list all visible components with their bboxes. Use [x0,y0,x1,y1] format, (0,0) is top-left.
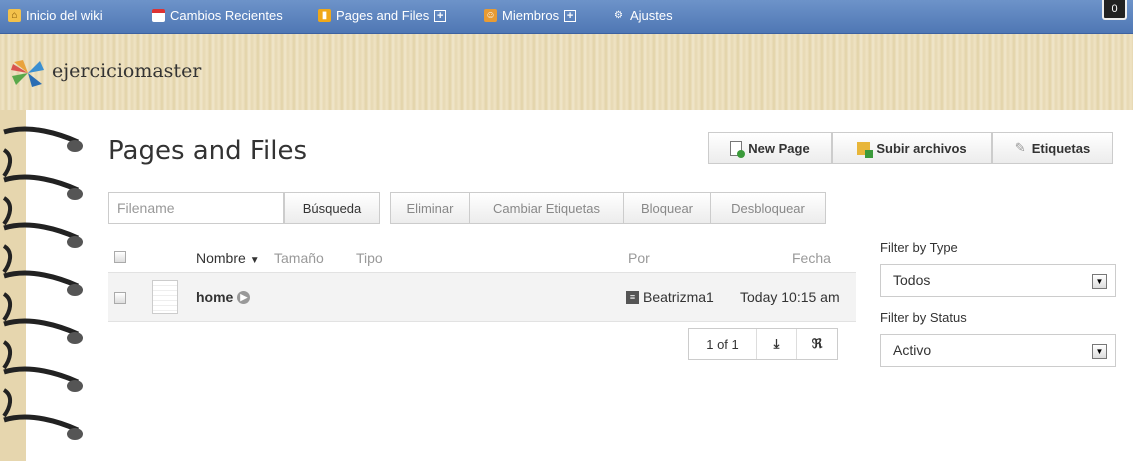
top-nav-bar: ⌂ Inicio del wiki Cambios Recientes ▮ Pa… [0,0,1133,34]
nav-members-label: Miembros [502,8,560,23]
wiki-logo-icon[interactable] [10,58,46,88]
spiral-binding-decoration [0,110,83,461]
column-header-date[interactable]: Fecha [792,250,831,266]
date-value: Today 10:15 am [740,289,840,305]
page-name-link[interactable]: home ▶ [196,289,251,305]
nav-recent-changes[interactable]: Cambios Recientes [152,8,283,23]
pager: 1 of 1 ⤓ ℜ [688,328,838,360]
download-icon[interactable]: ⤓ [757,329,797,359]
filename-search-input[interactable]: Filename [108,192,284,224]
column-header-name[interactable]: Nombre ▼ [196,250,260,266]
members-icon: ☺ [484,9,497,22]
filter-status-value: Activo [893,342,932,358]
upload-label: Subir archivos [876,140,967,156]
filter-type-label: Filter by Type [880,240,958,255]
arrow-circle-icon[interactable]: ▶ [237,290,251,304]
lock-button[interactable]: Bloquear [623,192,711,224]
nav-pages-label: Pages and Files [336,8,430,23]
nav-settings-label: Ajustes [630,8,673,23]
user-avatar-icon: ≡ [626,290,639,304]
author-label: Beatrizma1 [643,289,714,305]
pages-expand-icon[interactable]: + [434,9,447,22]
upload-icon [857,141,874,158]
new-page-button[interactable]: New Page [708,132,832,164]
column-header-size[interactable]: Tamaño [274,250,324,266]
wiki-name[interactable]: ejerciciomaster [52,60,201,82]
page-count: 1 of 1 [689,329,757,359]
page-title: Pages and Files [108,136,307,166]
new-page-icon [730,140,746,158]
column-header-type[interactable]: Tipo [356,250,383,266]
nav-settings[interactable]: ⚙ Ajustes [612,8,673,23]
nav-members[interactable]: ☺ Miembros + [484,8,577,23]
column-header-by[interactable]: Por [628,250,650,266]
pages-icon: ▮ [318,9,331,22]
search-button[interactable]: Búsqueda [284,192,380,224]
notification-counter[interactable]: 0 [1102,0,1127,20]
page-document-icon [152,280,178,314]
sort-down-icon: ▼ [249,255,260,266]
filter-status-label: Filter by Status [880,310,967,325]
paperclip-icon: ✎ [1014,140,1026,155]
nav-pages-files[interactable]: ▮ Pages and Files + [318,8,447,23]
filter-type-value: Todos [893,272,931,288]
delete-button[interactable]: Eliminar [390,192,470,224]
table-row: home ▶ ≡ Beatrizma1 Today 10:15 am [108,272,856,322]
unlock-button[interactable]: Desbloquear [710,192,826,224]
new-page-label: New Page [748,140,810,156]
page-name-label: home [196,289,234,305]
calendar-icon [152,9,165,22]
rss-icon[interactable]: ℜ [797,329,837,359]
select-all-checkbox[interactable] [114,251,126,263]
nav-home[interactable]: ⌂ Inicio del wiki [8,8,103,23]
tags-button[interactable]: ✎ Etiquetas [992,132,1113,164]
filter-status-select[interactable]: Activo ▼ [880,334,1116,367]
tags-label: Etiquetas [1031,140,1091,156]
chevron-down-icon[interactable]: ▼ [1092,344,1107,359]
change-tags-button[interactable]: Cambiar Etiquetas [469,192,624,224]
author-link[interactable]: ≡ Beatrizma1 [626,289,714,305]
row-checkbox[interactable] [114,292,126,304]
members-expand-icon[interactable]: + [564,9,577,22]
filter-type-select[interactable]: Todos ▼ [880,264,1116,297]
gear-icon: ⚙ [614,10,623,21]
chevron-down-icon[interactable]: ▼ [1092,274,1107,289]
nav-recent-label: Cambios Recientes [170,8,283,23]
column-name-label: Nombre [196,250,246,266]
home-icon: ⌂ [8,9,21,22]
upload-files-button[interactable]: Subir archivos [832,132,992,164]
nav-home-label: Inicio del wiki [26,8,103,23]
